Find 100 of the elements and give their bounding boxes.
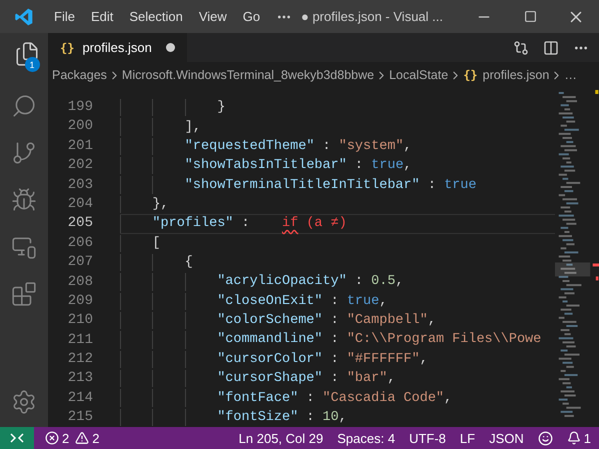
line-number: 199 [66, 98, 94, 117]
remote-button[interactable] [0, 427, 34, 449]
code-text: "Campbell" [346, 313, 428, 328]
code-text: , [404, 138, 412, 154]
code-text: } [217, 100, 226, 116]
line-number: 204 [66, 194, 94, 214]
code-text: "showTerminalTitleInTitlebar" [184, 178, 420, 193]
menu-item[interactable]: File [46, 9, 83, 24]
code-text: "acrylicOpacity" [217, 274, 347, 290]
breadcrumb-item[interactable]: Packages [52, 68, 107, 82]
code-text: "colorScheme" [217, 313, 323, 328]
error-icon [45, 431, 59, 445]
code-text: "commandline" [217, 332, 323, 348]
line-number: 207 [66, 253, 94, 272]
code-text: , [404, 158, 412, 174]
code-text: "fontSize" [217, 410, 298, 425]
split-editor-icon[interactable] [543, 40, 559, 56]
code-text: "requestedTheme" [184, 138, 314, 154]
menu-item[interactable]: Edit [82, 9, 122, 24]
code-text: : [330, 352, 340, 367]
search-button[interactable] [11, 93, 37, 119]
indentation-setting[interactable]: Spaces: 4 [330, 430, 402, 446]
encoding-setting[interactable]: UTF-8 [402, 430, 453, 446]
error-count: 2 [62, 430, 70, 446]
menu-item[interactable]: Selection [121, 9, 191, 24]
breadcrumb-item[interactable]: LocalState [389, 68, 448, 82]
error-code-text: (a ≠) [305, 216, 347, 232]
bell-icon[interactable] [566, 431, 581, 445]
code-text: "cursorColor" [217, 352, 323, 367]
code-text: , [428, 313, 436, 328]
code-text: true [444, 178, 476, 193]
feedback-icon[interactable] [538, 430, 553, 446]
breadcrumb-item[interactable]: … [564, 68, 577, 82]
line-number: 206 [66, 234, 94, 253]
line-number: 213 [66, 369, 94, 388]
line-ending-setting[interactable]: LF [452, 430, 482, 446]
code-text: , [387, 371, 396, 386]
code-text: { [184, 255, 193, 270]
maximize-icon[interactable] [524, 10, 536, 23]
code-text: 10 [322, 410, 339, 425]
code-text: , [338, 410, 347, 425]
line-number: 208 [66, 272, 94, 292]
line-number: 203 [66, 176, 94, 195]
editor-tab[interactable]: {} profiles.json [48, 33, 187, 62]
code-text: "#FFFFFF" [346, 352, 420, 367]
line-number: 211 [66, 330, 94, 350]
app-logo-icon [14, 6, 34, 26]
code-text: , [420, 352, 428, 367]
json-file-icon: {} [463, 68, 478, 82]
settings-button[interactable] [11, 389, 37, 415]
line-number: 200 [66, 117, 94, 136]
code-text: : [240, 216, 251, 232]
line-number: 202 [66, 156, 94, 176]
extensions-button[interactable] [11, 281, 37, 307]
code-text: : [354, 158, 364, 174]
line-number: 210 [66, 311, 94, 330]
line-number: 215 [66, 408, 94, 428]
code-text: "Cascadia Code" [322, 390, 444, 406]
code-text: "cursorShape" [217, 371, 323, 386]
code-text: , [444, 390, 452, 406]
menu-item[interactable]: View [190, 9, 235, 24]
window-title: ● profiles.json - Visual ... [300, 9, 443, 24]
explorer-button[interactable]: 1 [8, 41, 40, 72]
code-text: [ [152, 236, 160, 251]
code-text: "C:\\Program Files\\Powe [346, 332, 542, 348]
code-text: : [426, 178, 437, 193]
json-file-icon: {} [60, 40, 74, 54]
code-text: : [330, 313, 340, 328]
code-text: : [330, 332, 340, 348]
line-number: 201 [66, 136, 94, 156]
compare-icon[interactable] [513, 40, 529, 56]
debug-button[interactable] [11, 187, 37, 213]
line-number: 214 [66, 388, 94, 408]
breadcrumb-item[interactable]: profiles.json [482, 68, 550, 82]
language-mode[interactable]: JSON [482, 430, 531, 446]
line-number: 212 [66, 350, 94, 370]
remote-icon [10, 432, 24, 444]
code-text: , [395, 274, 404, 290]
menu-item[interactable]: Go [234, 9, 268, 24]
code-text: : [305, 390, 316, 406]
code-text: "system" [338, 138, 404, 154]
code-text: , [379, 294, 388, 309]
cursor-position[interactable]: Ln 205, Col 29 [232, 430, 330, 446]
code-text: true [346, 294, 380, 309]
notification-count: 1 [584, 430, 591, 446]
breadcrumb-item[interactable]: Microsoft.WindowsTerminal_8wekyb3d8bbwe [122, 68, 374, 82]
tab-label: profiles.json [82, 40, 152, 55]
code-text: "bar" [346, 371, 388, 386]
line-number: 205 [66, 214, 94, 234]
code-text: "fontFace" [217, 390, 298, 406]
warning-count: 2 [92, 430, 100, 446]
source-control-button[interactable] [11, 140, 37, 166]
code-text: }, [152, 196, 169, 212]
code-text: : [322, 138, 332, 154]
problems-button[interactable]: 2 2 [38, 430, 106, 446]
code-text: : [330, 294, 340, 309]
code-text: : [354, 274, 364, 290]
code-text: "closeOnExit" [217, 294, 323, 309]
error-code-text: if [282, 216, 298, 232]
warning-icon [75, 431, 90, 445]
